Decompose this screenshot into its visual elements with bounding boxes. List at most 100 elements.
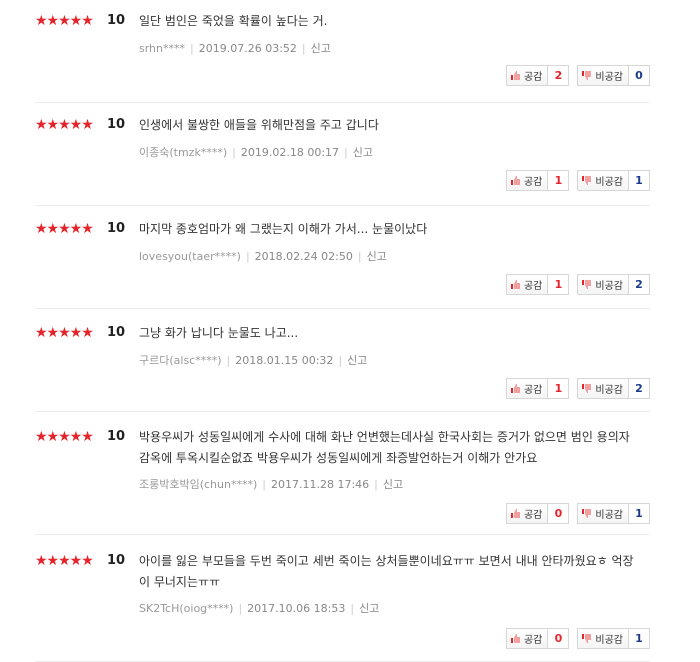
review-text: 인생에서 불쌍한 애들을 위해만점을 주고 갑니다 xyxy=(139,118,379,132)
like-count: 1 xyxy=(554,278,563,291)
thumbs-down-icon xyxy=(582,509,592,518)
dislike-label: 비공감 xyxy=(595,72,623,83)
review-date: 2019.07.26 03:52 xyxy=(198,42,297,55)
review-item: ★★★★★ 10 박용우씨가 성동일씨에게 수사에 대해 화난 언변했는데사실 … xyxy=(35,412,650,535)
dislike-button[interactable]: 비공감 1 xyxy=(577,170,650,191)
review-meta: SK2TcH(oiog****) | 2017.10.06 18:53 | 신고 xyxy=(139,602,380,615)
review-text: 박용우씨가 성동일씨에게 수사에 대해 화난 언변했는데사실 한국사회는 증거가… xyxy=(139,430,630,465)
review-text: 그냥 화가 납니다 눈물도 나고... xyxy=(139,326,299,340)
review-date: 2018.01.15 00:32 xyxy=(235,354,334,367)
score: 10 xyxy=(107,325,126,340)
vote-buttons: 공감 1 비공감 2 xyxy=(505,378,650,399)
like-label: 공감 xyxy=(523,510,543,521)
vote-buttons: 공감 0 비공감 1 xyxy=(505,628,650,649)
star-rating: ★★★★★ xyxy=(35,553,94,569)
star-rating: ★★★★★ xyxy=(35,13,94,29)
user-name: SK2TcH(oiog****) xyxy=(139,602,234,615)
review-text: 마지막 종호엄마가 왜 그랬는지 이해가 가서... 눈물이났다 xyxy=(139,222,428,236)
review-list: ★★★★★ 10 일단 범인은 죽었을 확률이 높다는 거. srhn**** |… xyxy=(0,0,700,662)
report-link[interactable]: 신고 xyxy=(383,478,403,491)
thumbs-down-icon xyxy=(582,384,592,393)
user-name: 조롱박호박임(chun****) xyxy=(139,478,258,491)
dislike-count: 2 xyxy=(635,278,643,291)
thumbs-up-icon xyxy=(510,384,520,393)
review-meta: 조롱박호박임(chun****) | 2017.11.28 17:46 | 신고 xyxy=(139,478,404,491)
dislike-label: 비공감 xyxy=(595,385,623,396)
vote-buttons: 공감 1 비공감 2 xyxy=(505,274,650,295)
thumbs-down-icon xyxy=(582,71,592,80)
like-label: 공감 xyxy=(523,385,543,396)
dislike-count: 1 xyxy=(635,174,643,187)
review-meta: lovesyou(taer****) | 2018.02.24 02:50 | 신고 xyxy=(139,250,387,263)
score: 10 xyxy=(107,221,126,236)
review-text: 아이를 잃은 부모들을 두번 죽이고 세번 죽이는 상처들뿐이네요ㅠㅠ 보면서 … xyxy=(139,554,634,589)
score: 10 xyxy=(107,117,126,132)
like-button[interactable]: 공감 0 xyxy=(505,628,570,649)
user-name: 이종숙(tmzk****) xyxy=(139,146,228,159)
report-link[interactable]: 신고 xyxy=(367,250,387,263)
like-count: 1 xyxy=(554,174,563,187)
review-meta: 구르다(alsc****) | 2018.01.15 00:32 | 신고 xyxy=(139,354,368,367)
review-date: 2018.02.24 02:50 xyxy=(254,250,353,263)
report-link[interactable]: 신고 xyxy=(353,146,373,159)
dislike-count: 2 xyxy=(635,382,643,395)
thumbs-up-icon xyxy=(510,634,520,643)
like-button[interactable]: 공감 1 xyxy=(505,170,570,191)
dislike-button[interactable]: 비공감 2 xyxy=(577,274,650,295)
dislike-button[interactable]: 비공감 1 xyxy=(577,503,650,524)
dislike-label: 비공감 xyxy=(595,281,623,292)
thumbs-up-icon xyxy=(510,71,520,80)
star-rating: ★★★★★ xyxy=(35,429,94,445)
star-rating: ★★★★★ xyxy=(35,221,94,237)
star-rating: ★★★★★ xyxy=(35,325,94,341)
thumbs-down-icon xyxy=(582,634,592,643)
review-item: ★★★★★ 10 아이를 잃은 부모들을 두번 죽이고 세번 죽이는 상처들뿐이… xyxy=(35,535,650,662)
thumbs-down-icon xyxy=(582,176,592,185)
like-button[interactable]: 공감 1 xyxy=(505,274,570,295)
dislike-label: 비공감 xyxy=(595,635,623,646)
like-count: 0 xyxy=(554,632,563,645)
report-link[interactable]: 신고 xyxy=(359,602,379,615)
thumbs-down-icon xyxy=(582,280,592,289)
like-count: 2 xyxy=(554,69,563,82)
report-link[interactable]: 신고 xyxy=(347,354,367,367)
like-count: 0 xyxy=(554,507,563,520)
dislike-button[interactable]: 비공감 2 xyxy=(577,378,650,399)
score: 10 xyxy=(107,553,126,568)
user-name: 구르다(alsc****) xyxy=(139,354,222,367)
like-button[interactable]: 공감 2 xyxy=(505,65,570,86)
report-link[interactable]: 신고 xyxy=(311,42,331,55)
like-label: 공감 xyxy=(523,72,543,83)
score: 10 xyxy=(107,13,126,28)
thumbs-up-icon xyxy=(510,176,520,185)
dislike-label: 비공감 xyxy=(595,177,623,188)
review-item: ★★★★★ 10 인생에서 불쌍한 애들을 위해만점을 주고 갑니다 이종숙(t… xyxy=(35,103,650,206)
review-item: ★★★★★ 10 일단 범인은 죽었을 확률이 높다는 거. srhn**** |… xyxy=(35,0,650,103)
dislike-count: 1 xyxy=(635,632,643,645)
vote-buttons: 공감 1 비공감 1 xyxy=(505,170,650,191)
score: 10 xyxy=(107,429,126,444)
star-rating: ★★★★★ xyxy=(35,117,94,133)
like-button[interactable]: 공감 1 xyxy=(505,378,570,399)
review-item: ★★★★★ 10 그냥 화가 납니다 눈물도 나고... 구르다(alsc***… xyxy=(35,309,650,412)
like-label: 공감 xyxy=(523,281,543,292)
user-name: srhn**** xyxy=(139,42,186,55)
dislike-button[interactable]: 비공감 1 xyxy=(577,628,650,649)
dislike-label: 비공감 xyxy=(595,510,623,521)
like-label: 공감 xyxy=(523,177,543,188)
review-meta: srhn**** | 2019.07.26 03:52 | 신고 xyxy=(139,42,331,55)
vote-buttons: 공감 0 비공감 1 xyxy=(505,503,650,524)
dislike-button[interactable]: 비공감 0 xyxy=(577,65,650,86)
like-button[interactable]: 공감 0 xyxy=(505,503,570,524)
review-text: 일단 범인은 죽었을 확률이 높다는 거. xyxy=(139,14,328,28)
dislike-count: 0 xyxy=(635,69,643,82)
thumbs-up-icon xyxy=(510,509,520,518)
review-meta: 이종숙(tmzk****) | 2019.02.18 00:17 | 신고 xyxy=(139,146,373,159)
review-date: 2017.11.28 17:46 xyxy=(270,478,370,491)
user-name: lovesyou(taer****) xyxy=(139,250,241,263)
like-count: 1 xyxy=(554,382,563,395)
review-date: 2019.02.18 00:17 xyxy=(240,146,340,159)
review-date: 2017.10.06 18:53 xyxy=(247,602,346,615)
thumbs-up-icon xyxy=(510,280,520,289)
vote-buttons: 공감 2 비공감 0 xyxy=(505,65,650,86)
